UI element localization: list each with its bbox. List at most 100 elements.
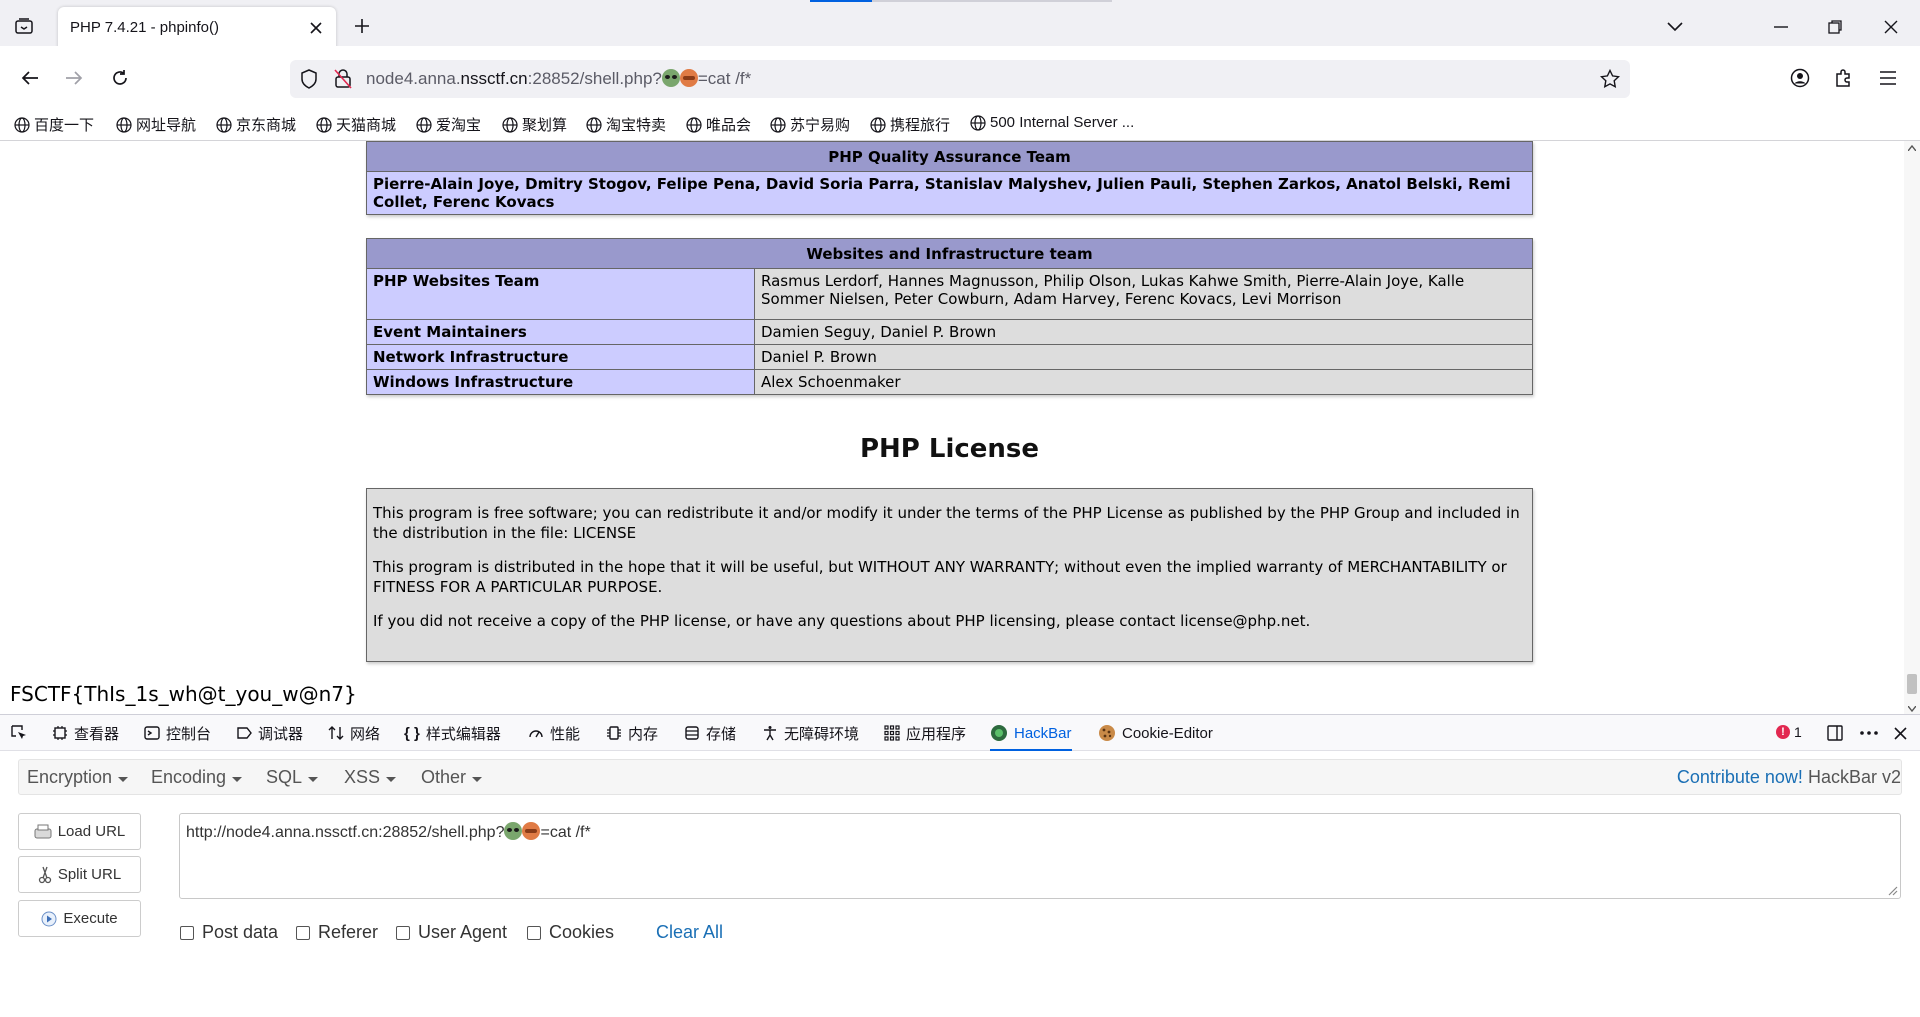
close-icon: [310, 22, 322, 34]
license-heading: PHP License: [859, 434, 1040, 464]
bookmark-item[interactable]: 聚划算: [502, 114, 567, 135]
license-paragraph: This program is free software; you can r…: [373, 504, 1520, 542]
alien-emoji-icon: [504, 822, 523, 840]
clear-all-link[interactable]: Clear All: [656, 922, 723, 943]
more-dots-icon: [1860, 731, 1878, 735]
cookies-checkbox[interactable]: Cookies: [527, 922, 614, 943]
checkbox-box[interactable]: [527, 925, 541, 940]
hackbar-url-input[interactable]: http://node4.anna.nssctf.cn:28852/shell.…: [179, 813, 1901, 899]
bookmark-item[interactable]: 天猫商城: [316, 114, 396, 135]
minimize-button[interactable]: [1766, 12, 1796, 42]
address-bar[interactable]: node4.anna.nssctf.cn:28852/shell.php? =ca…: [290, 60, 1630, 98]
checkbox-box[interactable]: [296, 925, 310, 940]
braces-icon: { }: [404, 724, 420, 742]
menu-encoding[interactable]: Encoding: [151, 767, 243, 788]
execute-button[interactable]: Execute: [18, 900, 141, 937]
tab-style-editor[interactable]: { } 样式编辑器: [404, 715, 501, 751]
globe-icon: [416, 116, 432, 133]
tab-hackbar[interactable]: HackBar: [990, 715, 1072, 751]
resize-handle-icon[interactable]: [1886, 884, 1898, 896]
devtools-close-button[interactable]: [1894, 715, 1907, 751]
globe-icon: [970, 114, 986, 131]
restore-button[interactable]: [1820, 12, 1850, 42]
list-all-tabs-button[interactable]: [1660, 12, 1690, 42]
bookmark-item[interactable]: 携程旅行: [870, 114, 950, 135]
load-url-icon: [34, 824, 52, 838]
tab-cookie-editor[interactable]: Cookie-Editor: [1098, 715, 1213, 751]
menu-button[interactable]: [1872, 62, 1904, 94]
menu-other[interactable]: Other: [421, 767, 483, 788]
tab-bar: PHP 7.4.21 - phpinfo(): [0, 0, 1920, 49]
menu-sql[interactable]: SQL: [266, 767, 319, 788]
scroll-up-icon[interactable]: [1908, 145, 1916, 151]
tab-memory[interactable]: 内存: [606, 715, 658, 751]
extensions-button[interactable]: [1828, 62, 1860, 94]
bookmark-item[interactable]: 500 Internal Server ...: [970, 114, 1134, 131]
checkbox-box[interactable]: [396, 925, 410, 940]
forward-button[interactable]: [58, 62, 90, 94]
bookmark-item[interactable]: 百度一下: [14, 114, 94, 135]
load-url-button[interactable]: Load URL: [18, 813, 141, 850]
bookmark-item[interactable]: 苏宁易购: [770, 114, 850, 135]
page-scrollbar[interactable]: [1904, 141, 1920, 714]
menu-encryption[interactable]: Encryption: [27, 767, 129, 788]
back-button[interactable]: [14, 62, 46, 94]
window-close-button[interactable]: [1876, 12, 1906, 42]
new-tab-button[interactable]: [350, 14, 374, 38]
split-url-button[interactable]: Split URL: [18, 856, 141, 893]
post-data-checkbox[interactable]: Post data: [180, 922, 278, 943]
globe-icon: [870, 116, 886, 133]
bookmark-item[interactable]: 京东商城: [216, 114, 296, 135]
user-agent-checkbox[interactable]: User Agent: [396, 922, 507, 943]
tab-list-icon: [15, 18, 33, 34]
bookmark-item[interactable]: 爱淘宝: [416, 114, 481, 135]
hamburger-icon: [1880, 71, 1896, 85]
tab-performance[interactable]: 性能: [528, 715, 580, 751]
accessibility-icon: [764, 726, 776, 741]
tab-console[interactable]: 控制台: [144, 715, 211, 751]
dock-toggle-button[interactable]: [1826, 715, 1844, 751]
caret-down-icon: [118, 776, 129, 782]
table-header: Websites and Infrastructure team: [366, 238, 1533, 269]
element-picker-button[interactable]: [10, 715, 28, 751]
tab-debugger[interactable]: 调试器: [236, 715, 303, 751]
contribute-link[interactable]: Contribute now!: [1677, 767, 1803, 787]
globe-icon: [586, 116, 602, 133]
tab-application[interactable]: 应用程序: [884, 715, 966, 751]
bookmarks-toolbar: 百度一下 网址导航 京东商城 天猫商城 爱淘宝 聚划算 淘宝特卖 唯品会 苏宁易…: [0, 112, 1920, 140]
hackbar-version: HackBar v2: [1807, 767, 1901, 787]
insecure-lock-icon[interactable]: [334, 69, 352, 89]
bookmark-item[interactable]: 唯品会: [686, 114, 751, 135]
tab-accessibility[interactable]: 无障碍环境: [762, 715, 859, 751]
devtools-panel: 查看器 控制台 调试器 网络 { } 样式编辑器 性能 内存 存储 无障碍环境 应…: [0, 714, 1920, 1017]
devtools-more-button[interactable]: [1860, 715, 1878, 751]
bookmark-star-icon[interactable]: [1600, 69, 1620, 89]
tab-storage[interactable]: 存储: [684, 715, 736, 751]
tab-title: PHP 7.4.21 - phpinfo(): [70, 19, 219, 36]
bookmark-item[interactable]: 网址导航: [116, 114, 196, 135]
active-tab[interactable]: PHP 7.4.21 - phpinfo(): [58, 7, 336, 49]
tab-inspector[interactable]: 查看器: [52, 715, 119, 751]
referer-checkbox[interactable]: Referer: [296, 922, 378, 943]
scrollbar-thumb[interactable]: [1907, 674, 1917, 694]
checkbox-box[interactable]: [180, 925, 194, 940]
caret-down-icon: [472, 776, 483, 782]
shield-icon[interactable]: [300, 69, 318, 89]
globe-icon: [502, 116, 518, 133]
account-button[interactable]: [1784, 62, 1816, 94]
storage-icon: [685, 726, 699, 740]
console-icon: [144, 726, 160, 740]
arrow-left-icon: [21, 71, 38, 85]
scroll-down-icon[interactable]: [1908, 706, 1916, 712]
tab-network[interactable]: 网络: [328, 715, 380, 751]
devtools-toolbar: 查看器 控制台 调试器 网络 { } 样式编辑器 性能 内存 存储 无障碍环境 应…: [0, 715, 1920, 751]
bookmark-item[interactable]: 淘宝特卖: [586, 114, 666, 135]
menu-xss[interactable]: XSS: [344, 767, 397, 788]
license-text-box: This program is free software; you can r…: [366, 488, 1533, 662]
caret-down-icon: [232, 776, 243, 782]
tab-list-button[interactable]: [10, 12, 38, 40]
tab-close-button[interactable]: [306, 18, 326, 38]
tab-strip-highlight: [872, 0, 1112, 2]
reload-button[interactable]: [104, 62, 136, 94]
error-count-badge[interactable]: ! 1: [1776, 724, 1802, 740]
